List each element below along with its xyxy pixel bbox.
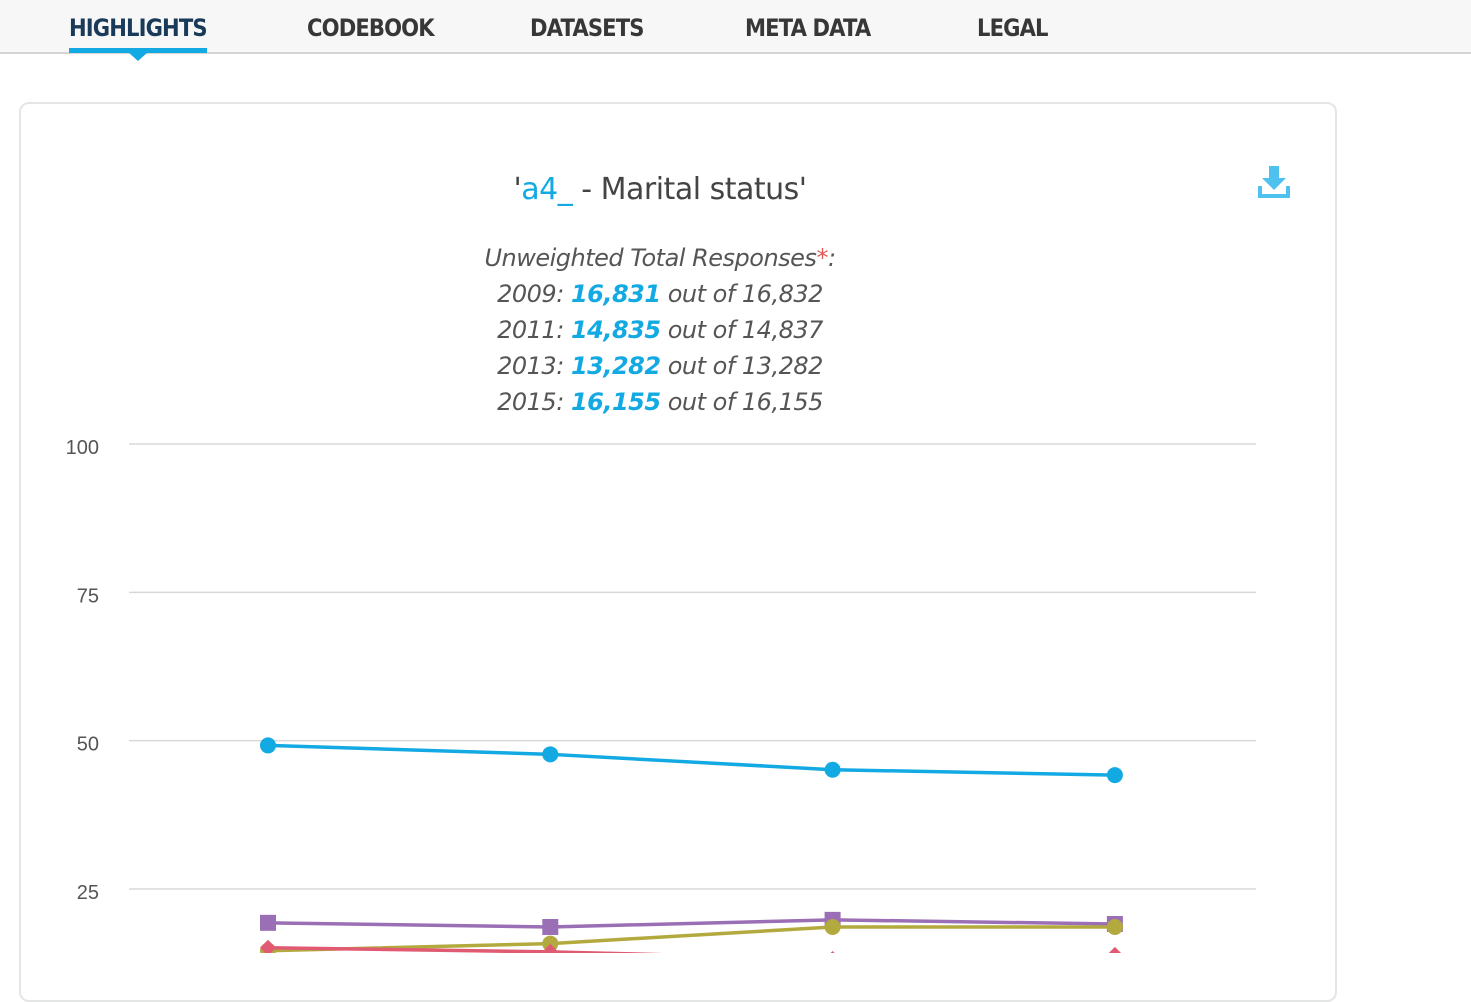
series-line: [267, 743, 1115, 777]
data-point: [542, 746, 559, 763]
data-point: [260, 914, 276, 931]
data-point: [1106, 918, 1123, 935]
line-chart: 100 75 50 25: [66, 437, 1256, 953]
data-point: [824, 918, 841, 935]
data-point: [1108, 946, 1122, 953]
y-tick-label: 25: [77, 882, 99, 904]
data-point: [260, 737, 276, 754]
series-line: [267, 925, 1115, 953]
y-tick-label: 75: [77, 585, 99, 607]
y-tick-label: 50: [77, 734, 99, 756]
data-point: [824, 761, 841, 778]
data-point: [1106, 767, 1123, 784]
data-point: [542, 918, 559, 935]
series-line: [267, 945, 664, 953]
y-tick-label: 100: [66, 437, 99, 459]
